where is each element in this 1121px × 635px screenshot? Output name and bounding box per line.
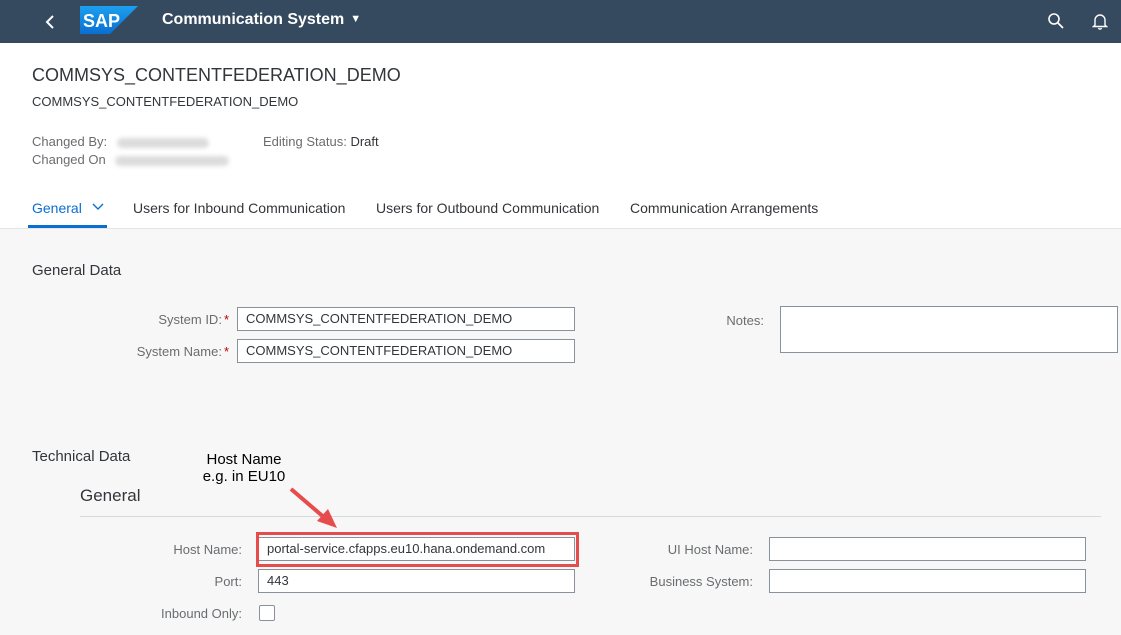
svg-text:SAP: SAP — [83, 11, 120, 31]
annotation-callout: Host Name e.g. in EU10 — [192, 451, 296, 485]
port-label: Port: — [214, 574, 242, 589]
system-id-label: System ID: * — [158, 312, 229, 327]
required-indicator: * — [223, 344, 229, 359]
changed-by-value-redacted — [116, 137, 209, 148]
host-name-highlight-box — [256, 532, 579, 567]
system-name-label: System Name: * — [137, 344, 229, 359]
host-name-label: Host Name: — [173, 542, 242, 557]
shell-bar: SAP Communication System ▼ — [0, 0, 1121, 43]
inbound-only-label: Inbound Only: — [161, 606, 242, 621]
changed-on-attribute: Changed On — [32, 152, 230, 167]
tab-users-inbound[interactable]: Users for Inbound Communication — [133, 200, 345, 216]
editing-status-value: Draft — [350, 134, 379, 149]
business-system-input[interactable] — [769, 569, 1086, 593]
app-title: Communication System — [162, 11, 345, 28]
port-input[interactable]: 443 — [258, 569, 575, 593]
tab-bar: General Users for Inbound Communication … — [0, 185, 1121, 229]
editing-status-label: Editing Status: — [263, 134, 347, 149]
chevron-left-icon — [45, 15, 54, 29]
general-data-heading: General Data — [32, 262, 122, 279]
object-header: COMMSYS_CONTENTFEDERATION_DEMO COMMSYS_C… — [0, 43, 1121, 185]
search-icon — [1048, 13, 1064, 29]
annotation-line-1: Host Name — [206, 451, 282, 468]
system-id-input[interactable]: COMMSYS_CONTENTFEDERATION_DEMO — [237, 307, 575, 331]
changed-on-label: Changed On — [32, 152, 106, 167]
changed-by-attribute: Changed By: — [32, 134, 209, 149]
search-button[interactable] — [1046, 11, 1066, 31]
notes-label: Notes: — [726, 313, 764, 328]
editing-status-attribute: Editing Status: Draft — [263, 134, 379, 149]
notifications-button[interactable] — [1090, 11, 1110, 31]
required-indicator: * — [223, 312, 229, 327]
page-subtitle: COMMSYS_CONTENTFEDERATION_DEMO — [32, 94, 299, 109]
inbound-only-checkbox[interactable] — [259, 605, 275, 621]
general-subheading: General — [80, 486, 141, 505]
section-divider — [80, 516, 1101, 517]
system-id-label-text: System ID: — [158, 312, 222, 327]
annotation-line-2: e.g. in EU10 — [202, 468, 286, 485]
tab-general[interactable]: General — [32, 200, 104, 216]
tab-communication-arrangements[interactable]: Communication Arrangements — [630, 200, 818, 216]
active-tab-indicator — [28, 225, 107, 228]
sap-logo: SAP — [80, 6, 138, 34]
back-button[interactable] — [38, 10, 62, 34]
bell-icon — [1091, 14, 1109, 30]
app-title-menu[interactable]: Communication System ▼ — [162, 11, 361, 29]
business-system-label: Business System: — [649, 574, 753, 589]
ui-host-name-input[interactable] — [769, 537, 1086, 561]
changed-by-label: Changed By: — [32, 134, 108, 149]
page-title: COMMSYS_CONTENTFEDERATION_DEMO — [32, 65, 401, 85]
tab-general-label: General — [32, 200, 82, 216]
caret-down-icon: ▼ — [350, 13, 362, 25]
ui-host-name-label: UI Host Name: — [667, 542, 753, 557]
chevron-down-icon — [92, 203, 104, 210]
system-name-label-text: System Name: — [136, 344, 222, 359]
changed-on-value-redacted — [115, 155, 230, 166]
technical-data-heading: Technical Data — [32, 448, 131, 465]
system-name-input[interactable]: COMMSYS_CONTENTFEDERATION_DEMO — [237, 339, 575, 363]
notes-textarea[interactable] — [780, 306, 1118, 353]
tab-users-outbound[interactable]: Users for Outbound Communication — [376, 200, 599, 216]
